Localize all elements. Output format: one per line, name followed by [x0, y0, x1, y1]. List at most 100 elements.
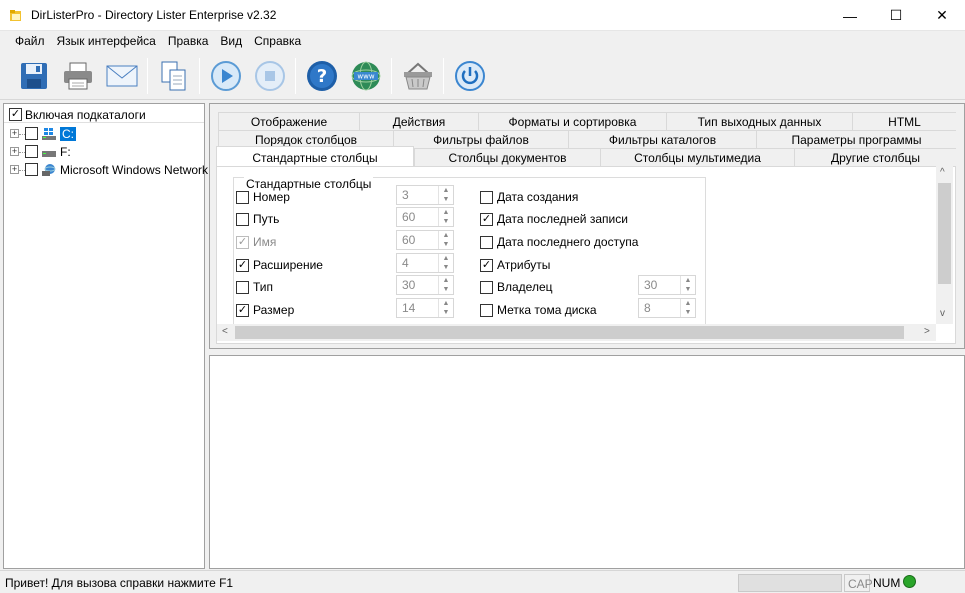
tree-item-label: Microsoft Windows Network: [60, 162, 209, 177]
option-checkbox[interactable]: [480, 280, 493, 294]
copy-icon[interactable]: [156, 58, 192, 94]
spinner-arrows-icon[interactable]: ▲ ▼: [680, 299, 695, 317]
spinner-arrows-icon[interactable]: ▲ ▼: [438, 299, 453, 317]
menu-view[interactable]: Вид: [214, 31, 248, 52]
minimize-button[interactable]: —: [827, 0, 873, 31]
scroll-right-icon[interactable]: >: [924, 326, 930, 337]
basket-icon[interactable]: [400, 58, 436, 94]
menu-language[interactable]: Язык интерфейса: [51, 31, 162, 52]
width-spinner[interactable]: 30 ▲ ▼: [396, 275, 454, 295]
include-subfolders-option[interactable]: ✓ Включая подкаталоги: [9, 106, 146, 123]
spinner-arrows-icon[interactable]: ▲ ▼: [438, 231, 453, 249]
tree-item-c-drive[interactable]: + C:: [10, 125, 76, 142]
option-last-access-date[interactable]: Дата последнего доступа: [480, 234, 638, 250]
spinner-arrows-icon[interactable]: ▲ ▼: [438, 254, 453, 272]
spinner-arrows-icon[interactable]: ▲ ▼: [680, 276, 695, 294]
option-type[interactable]: Тип: [236, 279, 273, 295]
tab-html[interactable]: HTML: [852, 112, 956, 130]
menu-file[interactable]: Файл: [9, 31, 51, 52]
width-spinner[interactable]: 14 ▲ ▼: [396, 298, 454, 318]
output-panel[interactable]: [209, 355, 965, 569]
vertical-scrollbar[interactable]: ^ v: [936, 166, 953, 324]
include-subfolders-checkbox[interactable]: ✓: [9, 108, 22, 121]
option-checkbox[interactable]: [480, 235, 493, 249]
tree-checkbox[interactable]: [25, 145, 38, 158]
option-label: Путь: [253, 212, 280, 226]
option-checkbox[interactable]: [480, 190, 493, 204]
option-checkbox[interactable]: [236, 280, 249, 294]
spinner-value: 3: [402, 188, 409, 202]
tree-checkbox[interactable]: [25, 163, 38, 176]
app-icon: [10, 10, 21, 21]
web-icon[interactable]: www: [348, 58, 384, 94]
width-spinner[interactable]: 4 ▲ ▼: [396, 253, 454, 273]
expand-icon[interactable]: +: [10, 147, 19, 156]
tree-item-label: F:: [60, 144, 71, 159]
option-volume-label[interactable]: Метка тома диска: [480, 302, 597, 318]
tree-item-f-drive[interactable]: + F:: [10, 143, 71, 160]
stop-icon[interactable]: [252, 58, 288, 94]
scroll-up-icon[interactable]: ^: [940, 167, 945, 178]
tree-item-network[interactable]: + Microsoft Windows Network: [10, 161, 208, 178]
width-spinner[interactable]: 30 ▲ ▼: [638, 275, 696, 295]
option-label: Владелец: [497, 280, 553, 294]
option-owner[interactable]: Владелец: [480, 279, 553, 295]
power-icon[interactable]: [452, 58, 488, 94]
tab-actions[interactable]: Действия: [359, 112, 478, 130]
width-spinner[interactable]: 60 ▲ ▼: [396, 230, 454, 250]
option-attributes[interactable]: ✓ Атрибуты: [480, 257, 550, 273]
option-checkbox[interactable]: [236, 190, 249, 204]
option-size[interactable]: ✓ Размер: [236, 302, 294, 318]
save-icon[interactable]: [16, 58, 52, 94]
tab-program-settings[interactable]: Параметры программы: [756, 130, 956, 148]
option-path[interactable]: Путь: [236, 211, 279, 227]
expand-icon[interactable]: +: [10, 165, 19, 174]
tab-display[interactable]: Отображение: [218, 112, 359, 130]
close-button[interactable]: ✕: [919, 0, 965, 31]
option-checkbox[interactable]: ✓: [480, 212, 493, 226]
option-checkbox[interactable]: ✓: [480, 258, 493, 272]
toolbar-separator: [147, 58, 148, 94]
email-icon[interactable]: [104, 58, 140, 94]
maximize-button[interactable]: ☐: [873, 0, 919, 31]
spinner-arrows-icon[interactable]: ▲ ▼: [438, 186, 453, 204]
spinner-arrows-icon[interactable]: ▲ ▼: [438, 208, 453, 226]
option-checkbox[interactable]: ✓: [236, 258, 249, 272]
tab-document-columns[interactable]: Столбцы документов: [414, 148, 600, 166]
drive-icon: [42, 150, 56, 157]
tab-multimedia-columns[interactable]: Столбцы мультимедиа: [600, 148, 794, 166]
option-extension[interactable]: ✓ Расширение: [236, 257, 323, 273]
scroll-thumb[interactable]: [235, 326, 904, 339]
spinner-arrows-icon[interactable]: ▲ ▼: [438, 276, 453, 294]
option-label: Дата последнего доступа: [497, 235, 639, 249]
scroll-down-icon[interactable]: v: [940, 308, 945, 319]
title-bar: DirListerPro - Directory Lister Enterpri…: [0, 0, 965, 31]
option-label: Дата последней записи: [497, 212, 628, 226]
tree-checkbox[interactable]: [25, 127, 38, 140]
option-last-write-date[interactable]: ✓ Дата последней записи: [480, 211, 628, 227]
menu-edit[interactable]: Правка: [162, 31, 215, 52]
width-spinner[interactable]: 8 ▲ ▼: [638, 298, 696, 318]
tab-file-filters[interactable]: Фильтры файлов: [393, 130, 568, 148]
option-checkbox[interactable]: [236, 212, 249, 226]
play-icon[interactable]: [208, 58, 244, 94]
tab-standard-columns[interactable]: Стандартные столбцы: [216, 146, 414, 168]
menu-help[interactable]: Справка: [248, 31, 307, 52]
print-icon[interactable]: [60, 58, 96, 94]
width-spinner[interactable]: 3 ▲ ▼: [396, 185, 454, 205]
width-spinner[interactable]: 60 ▲ ▼: [396, 207, 454, 227]
scroll-thumb[interactable]: [938, 183, 951, 284]
option-created-date[interactable]: Дата создания: [480, 189, 578, 205]
tab-output-type[interactable]: Тип выходных данных: [666, 112, 852, 130]
tab-folder-filters[interactable]: Фильтры каталогов: [568, 130, 756, 148]
scroll-left-icon[interactable]: <: [222, 326, 228, 337]
horizontal-scrollbar[interactable]: < >: [217, 324, 936, 341]
tab-other-columns[interactable]: Другие столбцы: [794, 148, 956, 166]
option-number[interactable]: Номер: [236, 189, 290, 205]
option-checkbox[interactable]: [480, 303, 493, 317]
expand-icon[interactable]: +: [10, 129, 19, 138]
tab-formats-sorting[interactable]: Форматы и сортировка: [478, 112, 666, 130]
option-checkbox[interactable]: ✓: [236, 303, 249, 317]
help-icon[interactable]: ?: [304, 58, 340, 94]
option-checkbox: ✓: [236, 235, 249, 249]
